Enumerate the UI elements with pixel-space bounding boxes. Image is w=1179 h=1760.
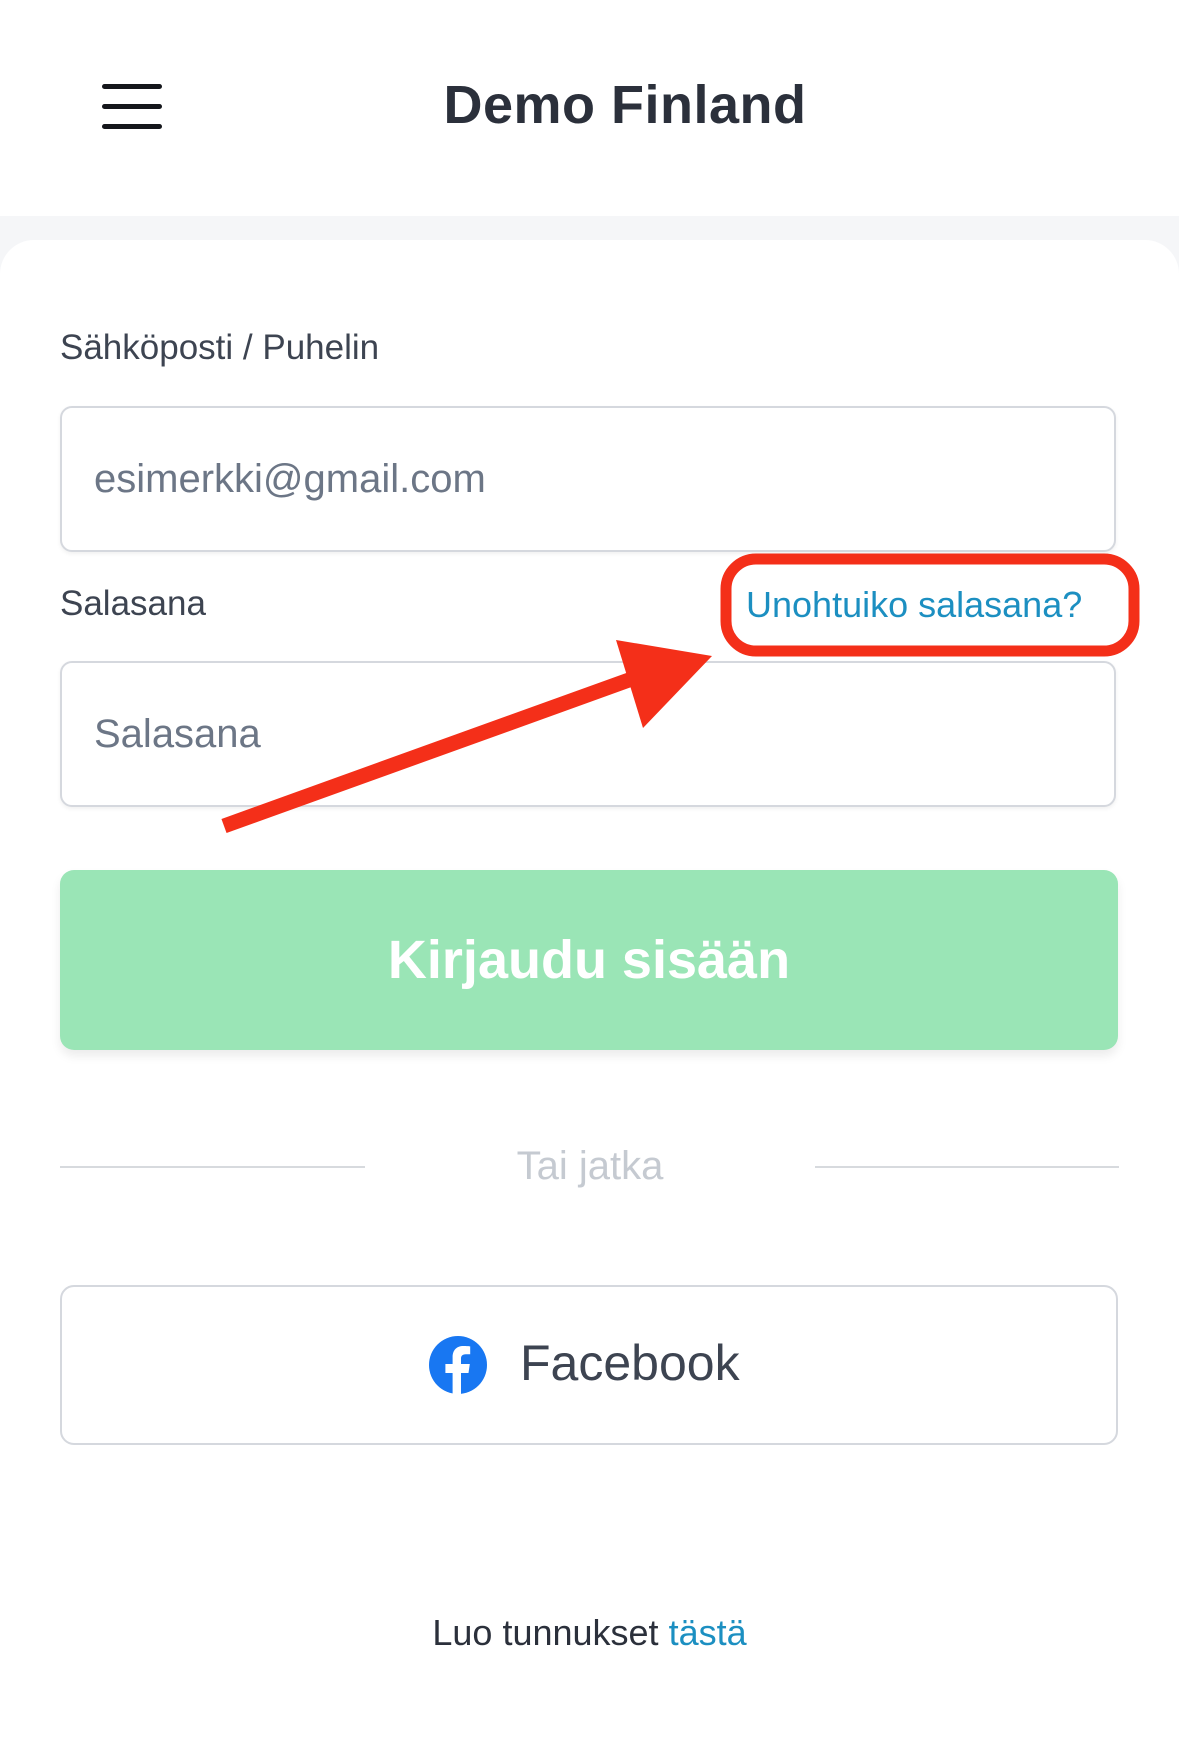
login-button[interactable]: Kirjaudu sisään: [60, 870, 1118, 1050]
password-label: Salasana: [60, 584, 206, 623]
register-link[interactable]: tästä: [669, 1612, 747, 1653]
divider-line-left: [60, 1166, 365, 1168]
facebook-label: Facebook: [520, 1335, 740, 1391]
page-title: Demo Finland: [443, 75, 807, 135]
register-text: Luo tunnukset: [432, 1612, 659, 1653]
email-label: Sähköposti / Puhelin: [60, 328, 380, 367]
facebook-icon: [429, 1336, 487, 1397]
divider-text: Tai jatka: [516, 1144, 664, 1188]
divider-line-right: [815, 1166, 1119, 1168]
register-prompt: Luo tunnukset tästä: [0, 1612, 1179, 1654]
facebook-login-button[interactable]: Facebook: [60, 1285, 1118, 1445]
email-input[interactable]: [60, 406, 1116, 552]
password-input[interactable]: [60, 661, 1116, 807]
app-header: Demo Finland: [0, 0, 1179, 216]
forgot-password-link[interactable]: Unohtuiko salasana?: [746, 584, 1082, 626]
